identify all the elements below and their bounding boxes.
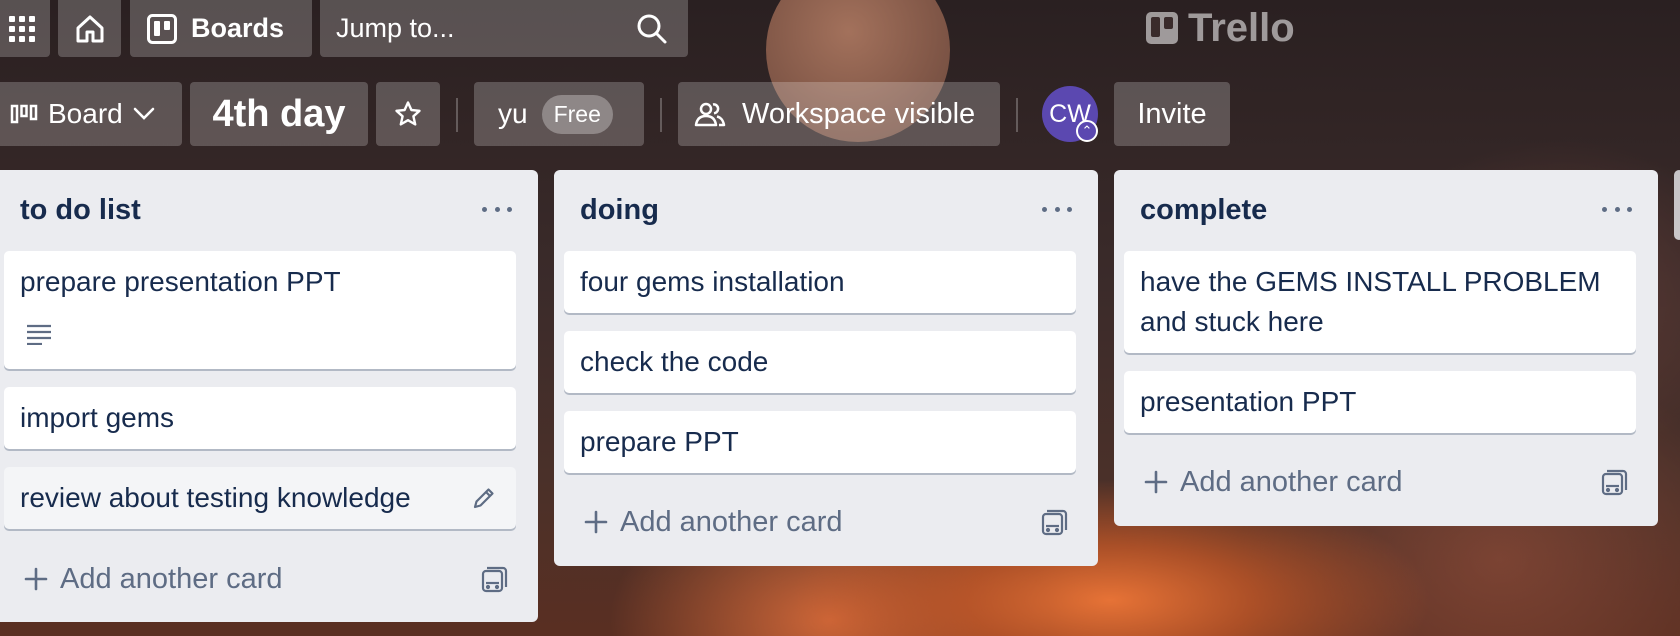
card[interactable]: check the code <box>564 331 1076 393</box>
list-menu-icon[interactable] <box>1602 196 1632 222</box>
workspace-plan-badge: Free <box>541 94 613 134</box>
list-title[interactable]: complete <box>1140 194 1267 227</box>
header-divider <box>456 98 458 132</box>
add-card-button[interactable]: Add another card <box>584 502 842 542</box>
star-icon <box>395 101 421 126</box>
apps-button[interactable] <box>0 0 50 57</box>
people-icon <box>694 102 726 127</box>
plus-icon <box>1144 470 1168 494</box>
workspace-name: yu <box>498 98 528 129</box>
card[interactable]: review about testing knowledge <box>4 467 516 529</box>
card[interactable]: prepare PPT <box>564 411 1076 473</box>
trello-logo[interactable]: Trello <box>1146 6 1295 50</box>
list-title[interactable]: doing <box>580 194 659 227</box>
edit-pencil-icon[interactable] <box>472 486 496 510</box>
view-label: Board <box>48 98 123 129</box>
workspace-button[interactable]: yu Free <box>474 82 644 146</box>
board-title[interactable]: 4th day <box>190 82 368 146</box>
card[interactable]: have the GEMS INSTALL PROBLEM and stuck … <box>1124 251 1636 353</box>
list-to-do: to do list prepare presentation PPT impo… <box>0 170 538 622</box>
list-menu-icon[interactable] <box>1042 196 1072 222</box>
description-icon <box>27 324 51 345</box>
admin-chevron-icon: ⌃ <box>1076 120 1098 142</box>
card[interactable]: prepare presentation PPT <box>4 251 516 369</box>
boards-button[interactable]: Boards <box>130 0 312 57</box>
plus-icon <box>24 567 48 591</box>
visibility-label: Workspace visible <box>742 97 976 130</box>
next-list-edge[interactable] <box>1674 170 1680 240</box>
plus-icon <box>584 510 608 534</box>
board-view-switcher[interactable]: Board <box>0 82 182 146</box>
add-card-button[interactable]: Add another card <box>24 559 282 599</box>
card-title: prepare presentation PPT <box>20 266 341 297</box>
card[interactable]: four gems installation <box>564 251 1076 313</box>
search-placeholder: Jump to... <box>336 13 455 43</box>
trello-logo-icon <box>1146 12 1178 44</box>
apps-grid-icon <box>9 15 35 42</box>
card[interactable]: import gems <box>4 387 516 449</box>
invite-label: Invite <box>1137 97 1207 130</box>
boards-icon <box>147 13 177 44</box>
list-complete: complete have the GEMS INSTALL PROBLEM a… <box>1114 170 1658 526</box>
chevron-down-icon <box>133 107 155 120</box>
add-card-button[interactable]: Add another card <box>1144 462 1402 502</box>
visibility-button[interactable]: Workspace visible <box>678 82 1000 146</box>
add-card-label: Add another card <box>1180 465 1403 498</box>
home-button[interactable] <box>58 0 121 57</box>
search-icon <box>637 14 667 43</box>
header-divider <box>660 98 662 132</box>
card-title: have the GEMS INSTALL PROBLEM and stuck … <box>1140 266 1601 337</box>
list-menu-icon[interactable] <box>482 196 512 222</box>
template-icon[interactable] <box>1600 469 1628 497</box>
home-icon <box>76 15 103 42</box>
boards-label: Boards <box>191 13 285 43</box>
card[interactable]: presentation PPT <box>1124 371 1636 433</box>
card-title: presentation PPT <box>1140 386 1357 417</box>
header-divider <box>1016 98 1018 132</box>
logo-text: Trello <box>1188 5 1295 50</box>
board-view-icon <box>10 104 38 124</box>
top-bar: Boards Jump to... Trello <box>0 0 1680 57</box>
card-title: check the code <box>580 346 769 377</box>
card-title: review about testing knowledge <box>20 482 411 513</box>
board-title-text: 4th day <box>212 92 346 135</box>
invite-button[interactable]: Invite <box>1114 82 1230 146</box>
list-title[interactable]: to do list <box>20 194 141 227</box>
add-card-label: Add another card <box>620 505 843 538</box>
list-doing: doing four gems installation check the c… <box>554 170 1098 566</box>
search-input[interactable]: Jump to... <box>320 0 688 57</box>
card-title: import gems <box>20 402 175 433</box>
card-title: four gems installation <box>580 266 845 297</box>
template-icon[interactable] <box>480 566 508 594</box>
add-card-label: Add another card <box>60 562 283 595</box>
card-title: prepare PPT <box>580 426 739 457</box>
star-board-button[interactable] <box>376 82 440 146</box>
template-icon[interactable] <box>1040 509 1068 537</box>
